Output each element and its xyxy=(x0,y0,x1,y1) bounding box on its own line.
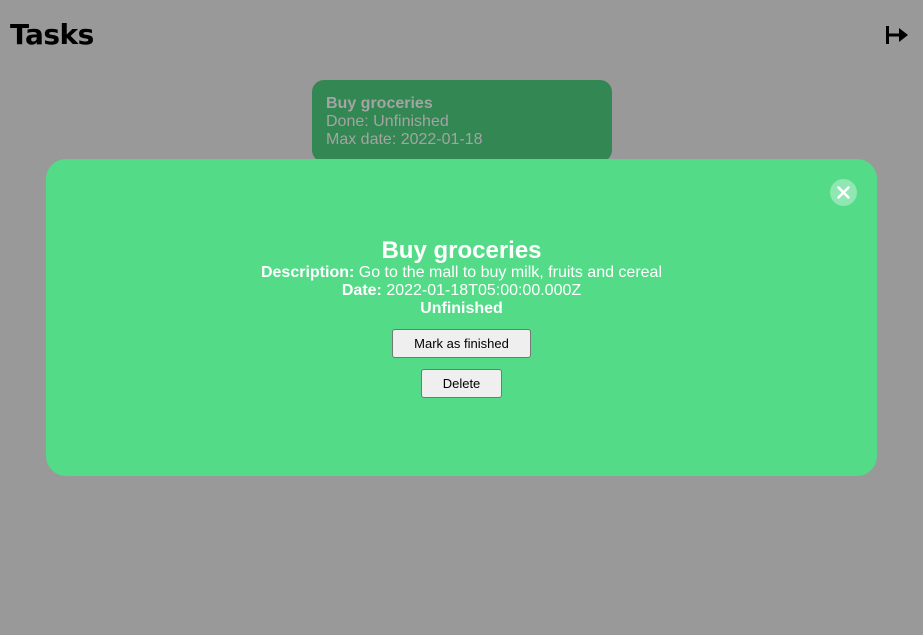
close-icon xyxy=(837,186,850,199)
logout-arrow-icon xyxy=(886,26,908,44)
modal-description: Description: Go to the mall to buy milk,… xyxy=(46,264,877,282)
mark-finished-button[interactable]: Mark as finished xyxy=(392,329,531,358)
page: Tasks Buy groceries Done: Unfinished Max… xyxy=(0,0,923,635)
task-card[interactable]: Buy groceries Done: Unfinished Max date:… xyxy=(312,80,612,162)
modal-close-button[interactable] xyxy=(830,179,857,206)
modal-date: Date: 2022-01-18T05:00:00.000Z xyxy=(46,282,877,300)
task-detail-modal: Buy groceries Description: Go to the mal… xyxy=(46,159,877,476)
task-card-done: Done: Unfinished xyxy=(326,113,449,130)
logout-button[interactable] xyxy=(884,24,910,46)
date-value: 2022-01-18T05:00:00.000Z xyxy=(386,282,582,299)
page-title: Tasks xyxy=(10,18,94,51)
delete-button[interactable]: Delete xyxy=(421,369,502,398)
date-label: Date: xyxy=(341,282,382,299)
task-card-max-date: Max date: 2022-01-18 xyxy=(326,131,483,148)
modal-title: Buy groceries xyxy=(381,237,542,264)
task-card-title: Buy groceries xyxy=(326,95,433,112)
description-label: Description: xyxy=(260,264,355,281)
modal-status: Unfinished xyxy=(420,300,503,317)
description-value: Go to the mall to buy milk, fruits and c… xyxy=(358,264,663,281)
